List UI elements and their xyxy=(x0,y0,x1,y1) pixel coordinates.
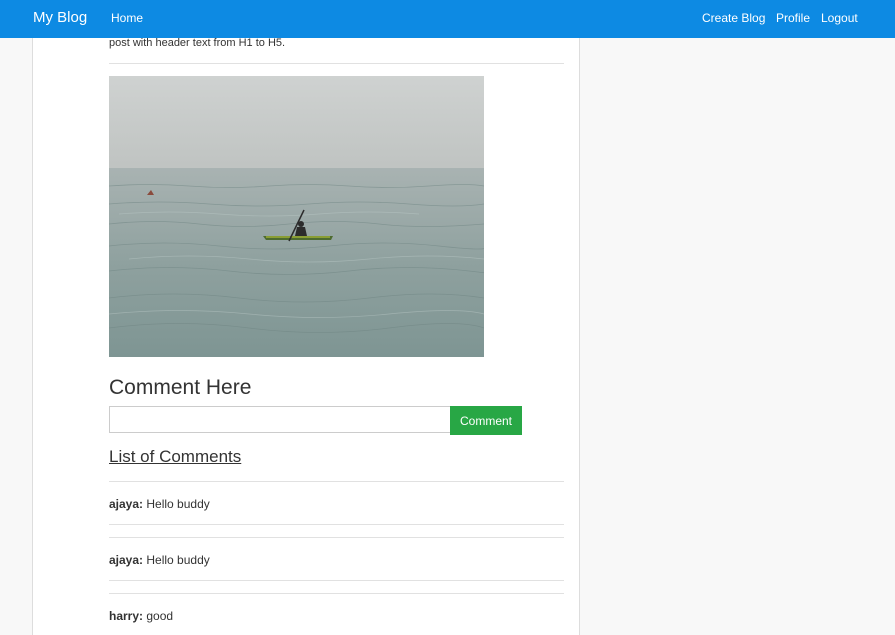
comment-divider xyxy=(109,580,564,581)
comment-input[interactable] xyxy=(109,406,451,433)
nav-home-link[interactable]: Home xyxy=(111,11,143,25)
post-image-kayak xyxy=(109,76,484,357)
list-item: ajaya: Hello buddy xyxy=(109,553,210,567)
list-item: ajaya: Hello buddy xyxy=(109,497,210,511)
nav-create-blog-link[interactable]: Create Blog xyxy=(702,11,765,25)
comments-list-heading: List of Comments xyxy=(109,447,242,466)
nav-profile-link[interactable]: Profile xyxy=(776,11,810,25)
brand-link[interactable]: My Blog xyxy=(33,9,87,26)
post-divider xyxy=(109,63,564,64)
comment-text: good xyxy=(146,609,174,623)
comment-author: harry: xyxy=(109,609,144,623)
list-item: harry: good xyxy=(109,609,173,623)
post-body-text: post with header text from H1 to H5. xyxy=(109,37,286,49)
comment-divider xyxy=(109,537,564,538)
comment-divider xyxy=(109,481,564,482)
comment-text: Hello buddy xyxy=(146,553,210,567)
comment-text: Hello buddy xyxy=(146,497,210,511)
navbar: My Blog Home Create Blog Profile Logout xyxy=(0,0,895,38)
comment-divider xyxy=(109,524,564,525)
comment-author: ajaya: xyxy=(109,553,144,567)
nav-logout-link[interactable]: Logout xyxy=(821,11,858,25)
comment-divider xyxy=(109,593,564,594)
comment-submit-button[interactable]: Comment xyxy=(450,406,522,435)
comment-form-heading: Comment Here xyxy=(109,376,252,399)
comment-author: ajaya: xyxy=(109,497,144,511)
